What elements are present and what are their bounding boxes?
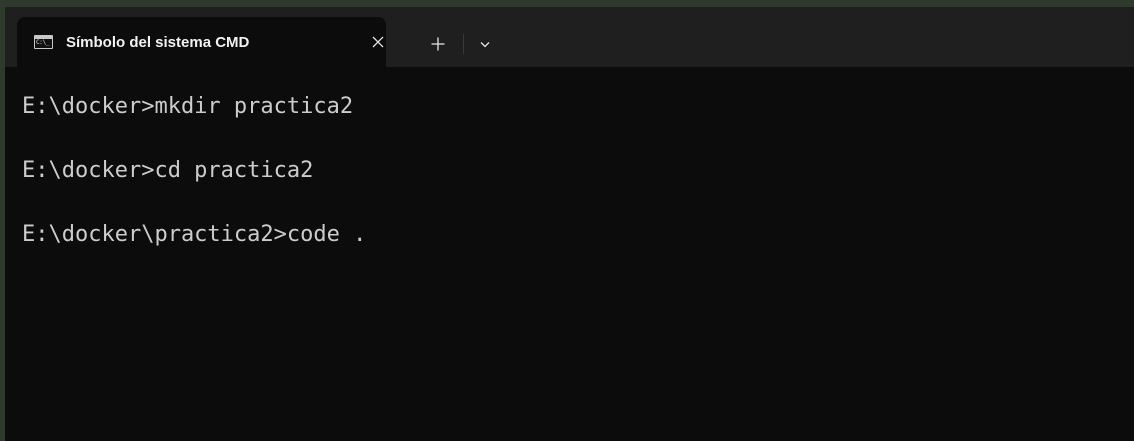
plus-icon[interactable] xyxy=(427,33,449,55)
terminal-line: E:\docker\practica2>code . xyxy=(22,222,367,247)
title-bar: C:\_ Símbolo del sistema CMD xyxy=(5,7,1134,67)
cmd-icon: C:\_ xyxy=(34,35,53,49)
terminal-output[interactable]: E:\docker>mkdir practica2 E:\docker>cd p… xyxy=(5,67,1134,255)
titlebar-divider xyxy=(463,34,464,54)
terminal-window: C:\_ Símbolo del sistema CMD E:\docker>m… xyxy=(0,0,1134,441)
close-icon[interactable] xyxy=(366,30,390,54)
tab-title: Símbolo del sistema CMD xyxy=(66,33,250,51)
tab-cmd[interactable]: C:\_ Símbolo del sistema CMD xyxy=(17,17,386,67)
chevron-down-icon[interactable] xyxy=(475,34,495,54)
terminal-line: E:\docker>mkdir practica2 xyxy=(22,94,354,119)
terminal-line: E:\docker>cd practica2 xyxy=(22,158,314,183)
